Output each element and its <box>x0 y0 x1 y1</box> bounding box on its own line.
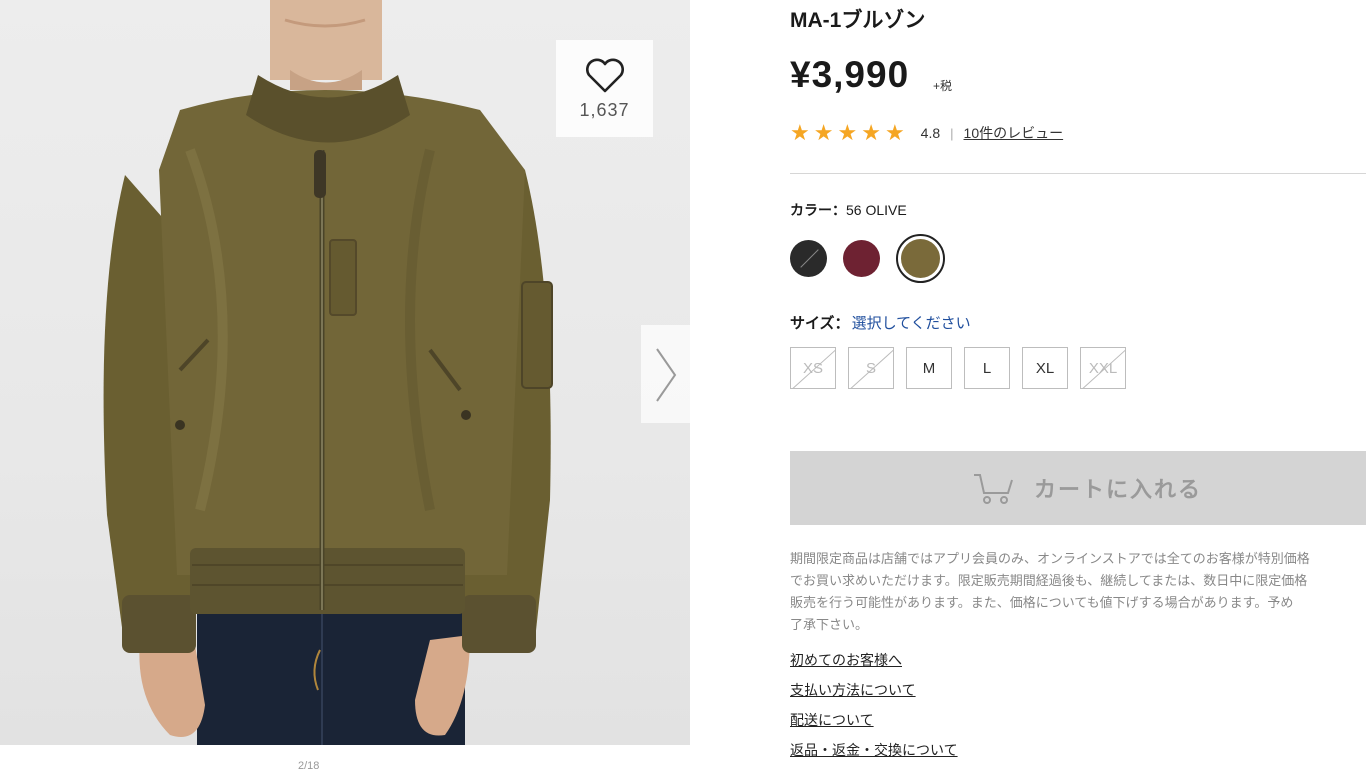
star-icon: ★ <box>790 120 810 145</box>
chevron-right-icon <box>655 348 676 402</box>
color-swatches <box>790 234 945 283</box>
color-swatch-olive[interactable] <box>896 234 945 283</box>
add-to-cart-button[interactable]: カートに入れる <box>790 451 1366 525</box>
size-option-xs[interactable]: XS <box>790 347 836 389</box>
favorite-button[interactable]: 1,637 <box>556 40 653 137</box>
unavailable-slash <box>799 249 819 268</box>
add-to-cart-label: カートに入れる <box>1034 477 1203 502</box>
star-icon: ★ <box>861 120 881 145</box>
notice-line: 販売を行う可能性があります。また、価格についても値下げする場合があります。予め <box>790 595 1294 610</box>
color-swatch-black[interactable] <box>790 240 827 277</box>
color-label: カラー：56 OLIVE <box>790 200 907 220</box>
next-image-button[interactable] <box>641 325 690 423</box>
swatch-fill <box>901 239 940 278</box>
size-option-m[interactable]: M <box>906 347 952 389</box>
product-price: ¥3,990 <box>790 54 910 95</box>
rating-row: ★ ★ ★ ★ ★ 4.8 | 10件のレビュー <box>790 122 1063 144</box>
image-counter: 2/18 <box>298 760 320 772</box>
star-icon: ★ <box>813 120 834 145</box>
size-label-title: サイズ： <box>790 315 850 332</box>
size-label: サイズ： 選択してください <box>790 312 971 333</box>
size-option-xl[interactable]: XL <box>1022 347 1068 389</box>
product-info-panel: MA-1ブルゾン ¥3,990 +税 ★ ★ ★ ★ ★ 4.8 | 10件のレ… <box>790 0 1366 768</box>
notice-line: 期間限定商品は店舗ではアプリ会員のみ、オンラインストアでは全てのお客様が特別価格 <box>790 551 1310 566</box>
favorite-count: 1,637 <box>579 100 630 120</box>
product-image-panel[interactable]: 1,637 <box>0 0 690 745</box>
size-option-l[interactable]: L <box>964 347 1010 389</box>
star-icon: ★ <box>837 120 858 145</box>
color-label-title: カラー： <box>790 202 846 218</box>
link-payment-methods[interactable]: 支払い方法について <box>790 680 958 698</box>
size-option-xxl[interactable]: XXL <box>1080 347 1126 389</box>
notice-line: 了承下さい。 <box>790 617 869 632</box>
link-shipping[interactable]: 配送について <box>790 710 958 728</box>
rating-stars: ★ ★ ★ ★ ★ <box>790 122 905 144</box>
rating-score: 4.8 <box>920 125 941 141</box>
star-icon: ★ <box>884 120 905 145</box>
tax-note: +税 <box>933 79 953 93</box>
rating-separator: | <box>950 125 954 141</box>
size-option-s[interactable]: S <box>848 347 894 389</box>
help-links: 初めてのお客様へ 支払い方法について 配送について 返品・返金・交換について <box>790 650 958 770</box>
product-title: MA-1ブルゾン <box>790 9 926 32</box>
divider <box>790 173 1366 174</box>
heart-icon <box>585 58 624 93</box>
review-link[interactable]: 10件のレビュー <box>964 123 1064 143</box>
link-returns[interactable]: 返品・返金・交換について <box>790 740 958 758</box>
cart-icon <box>974 474 1013 504</box>
notice-line: でお買い求めいただけます。限定販売期間経過後も、継続してまたは、数日中に限定価格 <box>790 573 1308 588</box>
color-swatch-wine[interactable] <box>843 240 880 277</box>
limited-offer-notice: 期間限定商品は店舗ではアプリ会員のみ、オンラインストアでは全てのお客様が特別価格… <box>790 548 1366 636</box>
link-first-time-customers[interactable]: 初めてのお客様へ <box>790 650 958 668</box>
color-selected-value: 56 OLIVE <box>846 202 907 218</box>
size-prompt: 選択してください <box>851 315 971 332</box>
size-options: XS S M L XL XXL <box>790 347 1126 389</box>
